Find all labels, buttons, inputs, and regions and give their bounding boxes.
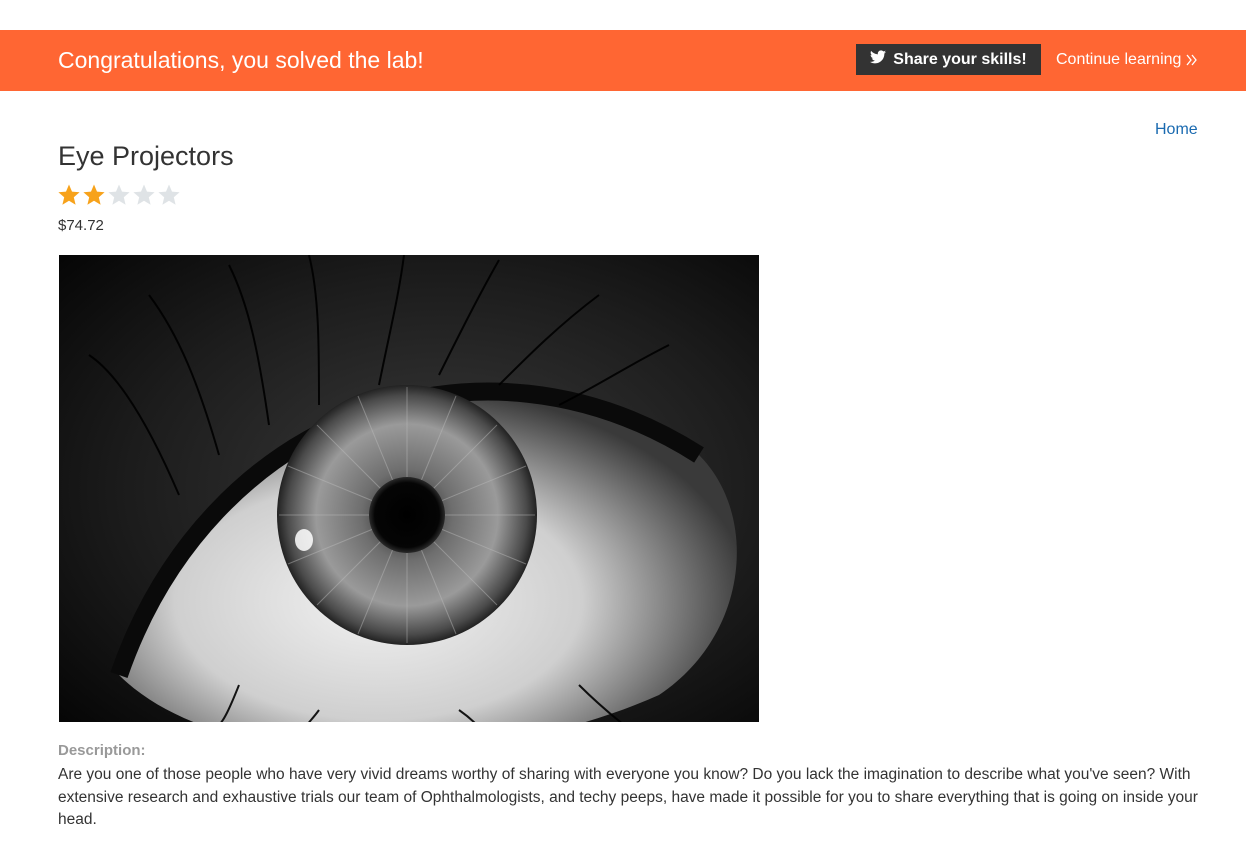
banner-title: Congratulations, you solved the lab! <box>58 47 424 73</box>
home-link[interactable]: Home <box>1155 121 1198 139</box>
star-filled-icon <box>82 183 107 207</box>
product-title: Eye Projectors <box>58 141 234 171</box>
twitter-icon <box>870 50 893 69</box>
double-chevron-right-icon <box>1186 53 1198 67</box>
top-spacer <box>0 0 1246 30</box>
product-rating <box>57 183 182 207</box>
star-empty-icon <box>132 183 157 207</box>
continue-learning-link[interactable]: Continue learning <box>1056 44 1198 75</box>
product-price: $74.72 <box>58 217 104 234</box>
description-label: Description: <box>58 742 146 759</box>
eye-closeup-image <box>59 255 759 722</box>
star-filled-icon <box>57 183 82 207</box>
share-skills-label: Share your skills! <box>893 50 1027 68</box>
star-empty-icon <box>107 183 132 207</box>
continue-learning-label: Continue learning <box>1056 50 1182 68</box>
lab-solved-banner: Congratulations, you solved the lab! Sha… <box>0 30 1246 91</box>
share-skills-button[interactable]: Share your skills! <box>856 44 1041 75</box>
product-description: Are you one of those people who have ver… <box>58 766 1198 828</box>
star-empty-icon <box>157 183 182 207</box>
